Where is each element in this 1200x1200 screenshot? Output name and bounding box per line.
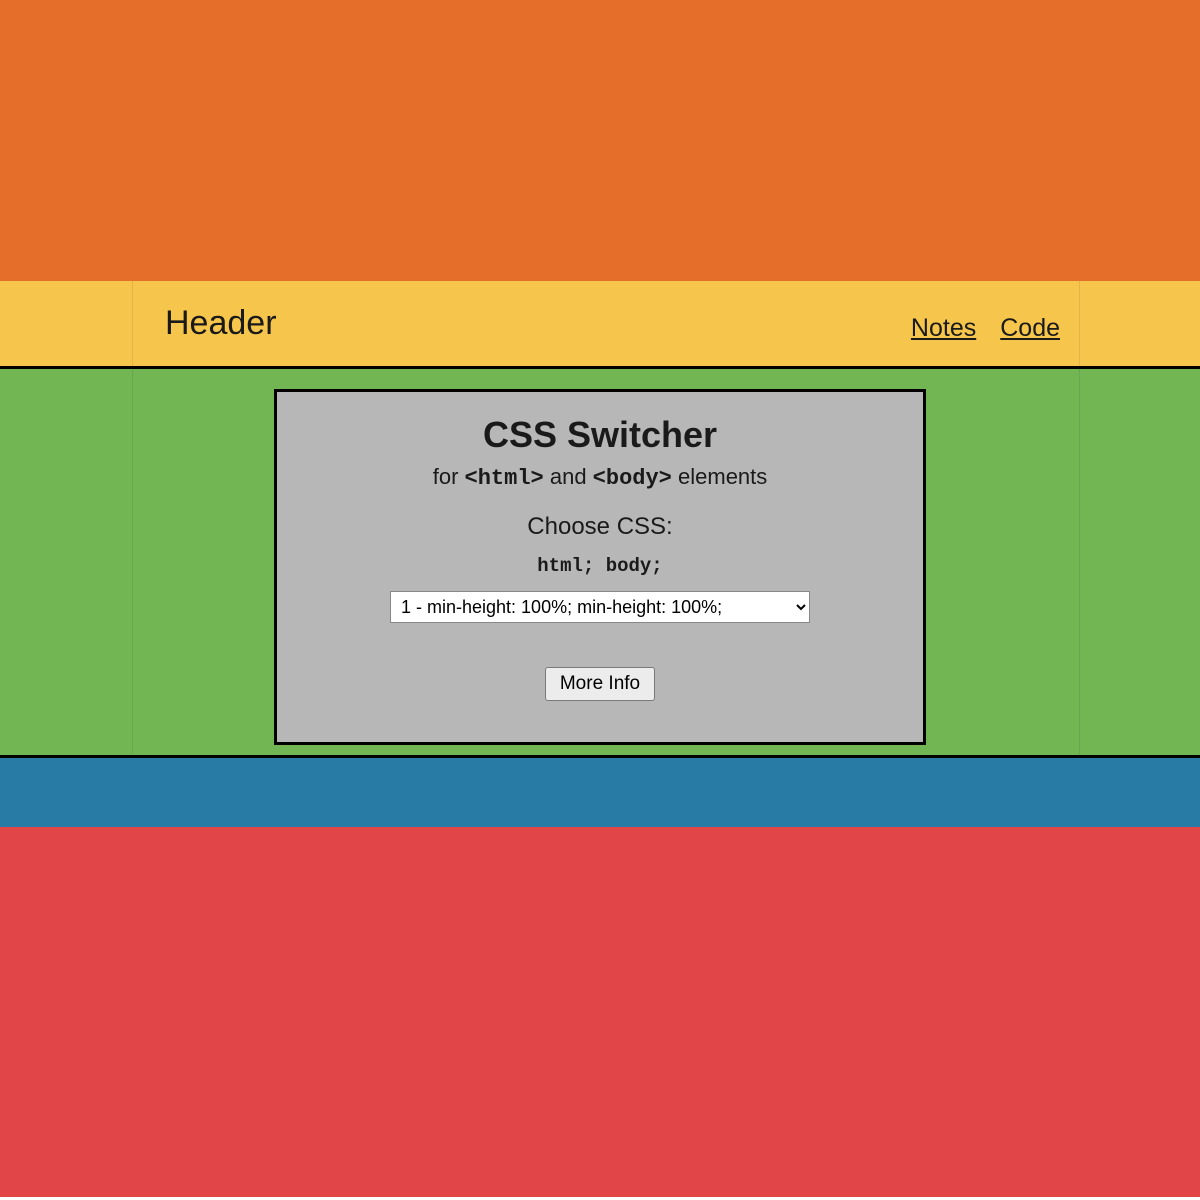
nav-link-notes[interactable]: Notes xyxy=(911,314,976,343)
subtitle-suffix: elements xyxy=(672,464,767,489)
content-area: CSS Switcher for <html> and <body> eleme… xyxy=(0,369,1200,758)
stripe-orange xyxy=(0,0,1200,281)
subtitle-mid: and xyxy=(544,464,593,489)
switcher-box: CSS Switcher for <html> and <body> eleme… xyxy=(274,389,926,745)
choose-label: Choose CSS: xyxy=(527,513,672,541)
header-title: Header xyxy=(165,304,277,343)
header-bar: Header Notes Code xyxy=(0,281,1200,369)
css-select[interactable]: 1 - min-height: 100%; min-height: 100%; xyxy=(390,591,810,623)
stripe-blue xyxy=(0,758,1200,827)
more-info-button[interactable]: More Info xyxy=(545,667,655,701)
stripe-red xyxy=(0,827,1200,1197)
code-label: html; body; xyxy=(537,555,662,577)
nav-link-code[interactable]: Code xyxy=(1000,314,1060,343)
switcher-title: CSS Switcher xyxy=(483,414,717,456)
switcher-subtitle: for <html> and <body> elements xyxy=(433,464,768,491)
nav-links: Notes Code xyxy=(911,314,1060,343)
subtitle-prefix: for xyxy=(433,464,465,489)
subtitle-code-html: <html> xyxy=(465,466,544,491)
subtitle-code-body: <body> xyxy=(593,466,672,491)
